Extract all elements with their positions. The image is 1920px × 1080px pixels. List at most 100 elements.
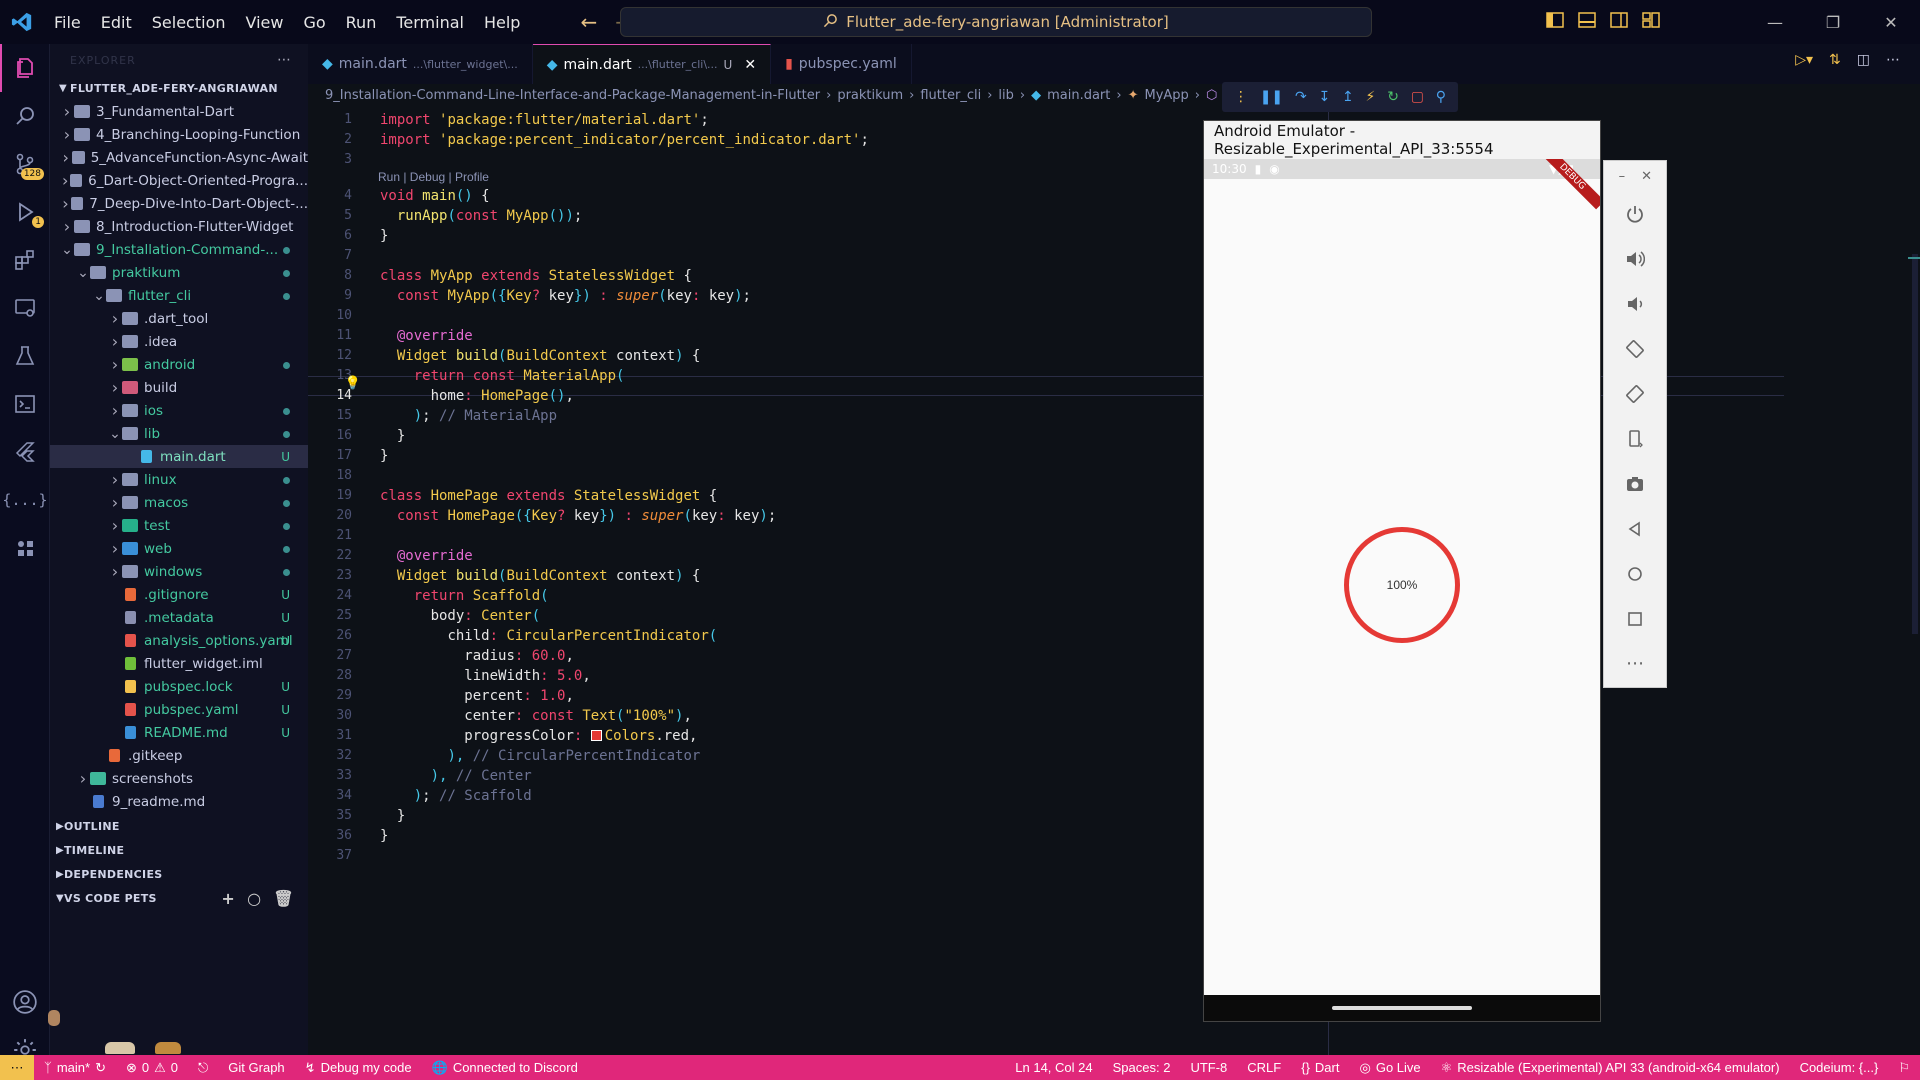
tree-folder[interactable]: › .idea bbox=[50, 330, 308, 353]
indentation-status[interactable]: Spaces: 2 bbox=[1103, 1060, 1181, 1075]
maximize-window-button[interactable]: ❐ bbox=[1804, 0, 1862, 44]
minimize-window-button[interactable]: — bbox=[1746, 0, 1804, 44]
tab-pubspec-yaml[interactable]: ▮ pubspec.yaml bbox=[771, 44, 912, 84]
step-over-icon[interactable]: ↷ bbox=[1295, 89, 1307, 105]
git-graph-status[interactable]: Git Graph bbox=[218, 1060, 294, 1075]
home-icon[interactable] bbox=[1604, 551, 1666, 596]
tree-folder[interactable]: › screenshots bbox=[50, 767, 308, 790]
close-tab-icon[interactable]: ✕ bbox=[744, 57, 756, 73]
outline-section[interactable]: ▶ OUTLINE bbox=[50, 814, 308, 838]
search-icon[interactable] bbox=[0, 92, 50, 140]
menu-terminal[interactable]: Terminal bbox=[386, 13, 474, 32]
code-editor[interactable]: 1 import 'package:flutter/material.dart';… bbox=[308, 104, 1920, 1055]
drag-handle-icon[interactable]: ⋮ bbox=[1234, 89, 1248, 105]
rotate-right-icon[interactable] bbox=[1604, 371, 1666, 416]
codelens-run-debug[interactable]: Run | Debug | Profile bbox=[378, 170, 489, 184]
tree-folder[interactable]: › web bbox=[50, 537, 308, 560]
minimize-emulator-icon[interactable]: – bbox=[1619, 169, 1626, 184]
tree-folder[interactable]: ⌄ lib bbox=[50, 422, 308, 445]
tree-folder[interactable]: › .dart_tool bbox=[50, 307, 308, 330]
tree-file[interactable]: analysis_options.yaml U bbox=[50, 629, 308, 652]
tree-file[interactable]: flutter_widget.iml bbox=[50, 652, 308, 675]
rotate-left-icon[interactable] bbox=[1604, 326, 1666, 371]
menu-go[interactable]: Go bbox=[293, 13, 335, 32]
menu-edit[interactable]: Edit bbox=[91, 13, 142, 32]
tree-folder[interactable]: › build bbox=[50, 376, 308, 399]
toggle-panel-icon[interactable] bbox=[1578, 12, 1596, 32]
tree-folder[interactable]: › windows bbox=[50, 560, 308, 583]
extension-manager-icon[interactable] bbox=[0, 524, 50, 572]
flutter-icon[interactable] bbox=[0, 428, 50, 476]
power-icon[interactable] bbox=[1604, 191, 1666, 236]
json-braces-icon[interactable]: {...} bbox=[0, 476, 50, 524]
hot-reload-icon[interactable]: ⚡ bbox=[1366, 89, 1376, 105]
open-changes-icon[interactable]: ⇅ bbox=[1829, 52, 1841, 68]
flutter-device-status[interactable]: ⚛ Resizable (Experimental) API 33 (androi… bbox=[1431, 1060, 1790, 1076]
add-pet-icon[interactable]: + bbox=[221, 889, 235, 908]
problems-status[interactable]: ⊗ 0 ⚠ 0 bbox=[116, 1060, 188, 1076]
breadcrumb-item[interactable]: 9_Installation-Command-Line-Interface-an… bbox=[325, 88, 820, 103]
step-out-icon[interactable]: ↥ bbox=[1342, 89, 1354, 105]
tree-file[interactable]: .gitignore U bbox=[50, 583, 308, 606]
tab-main-dart-cli[interactable]: ◆ main.dart ...\flutter_cli\... U ✕ bbox=[532, 44, 772, 84]
tree-file[interactable]: pubspec.lock U bbox=[50, 675, 308, 698]
tree-folder[interactable]: › test bbox=[50, 514, 308, 537]
more-actions-icon[interactable]: ⋯ bbox=[277, 52, 292, 68]
encoding-status[interactable]: UTF-8 bbox=[1180, 1060, 1237, 1075]
split-editor-icon[interactable]: ◫ bbox=[1857, 52, 1870, 68]
remote-indicator-icon[interactable]: ⋯ bbox=[0, 1055, 34, 1080]
toggle-secondary-sidebar-icon[interactable] bbox=[1610, 12, 1628, 32]
tree-folder[interactable]: › ios bbox=[50, 399, 308, 422]
overview-icon[interactable] bbox=[1604, 596, 1666, 641]
tree-file[interactable]: README.md U bbox=[50, 721, 308, 744]
ports-status[interactable]: ⎋ bbox=[188, 1060, 218, 1076]
camera-icon[interactable] bbox=[1604, 461, 1666, 506]
tree-file[interactable]: main.dart U bbox=[50, 445, 308, 468]
vscode-pets-section[interactable]: ▼ VS CODE PETS + ○ 🗑 bbox=[50, 886, 308, 910]
tree-folder[interactable]: › android bbox=[50, 353, 308, 376]
discord-status[interactable]: 🌐 Connected to Discord bbox=[422, 1060, 588, 1076]
breadcrumb-item[interactable]: flutter_cli bbox=[920, 88, 981, 103]
tree-folder[interactable]: › 7_Deep-Dive-Into-Dart-Object-... bbox=[50, 192, 308, 215]
more-actions-icon[interactable]: ⋯ bbox=[1886, 52, 1900, 68]
menu-selection[interactable]: Selection bbox=[142, 13, 236, 32]
source-control-icon[interactable]: 128 bbox=[0, 140, 50, 188]
more-options-icon[interactable]: ⋯ bbox=[1604, 641, 1666, 686]
breadcrumb-item[interactable]: main.dart bbox=[1047, 88, 1110, 103]
tree-folder[interactable]: › macos bbox=[50, 491, 308, 514]
customize-layout-icon[interactable] bbox=[1642, 12, 1660, 32]
run-debug-icon[interactable]: 1 bbox=[0, 188, 50, 236]
tree-file[interactable]: pubspec.yaml U bbox=[50, 698, 308, 721]
close-emulator-icon[interactable]: ✕ bbox=[1641, 169, 1652, 184]
tree-folder[interactable]: › linux bbox=[50, 468, 308, 491]
devtools-icon[interactable]: ⚲ bbox=[1436, 89, 1446, 105]
go-live-status[interactable]: ◎ Go Live bbox=[1349, 1060, 1430, 1076]
eol-status[interactable]: CRLF bbox=[1237, 1060, 1291, 1075]
menu-file[interactable]: File bbox=[44, 13, 91, 32]
tree-folder[interactable]: ⌄ flutter_cli bbox=[50, 284, 308, 307]
fold-device-icon[interactable] bbox=[1604, 416, 1666, 461]
timeline-section[interactable]: ▶ TIMELINE bbox=[50, 838, 308, 862]
ball-icon[interactable]: ○ bbox=[247, 889, 261, 908]
lightbulb-icon[interactable]: 💡 bbox=[309, 376, 361, 391]
breadcrumb-item[interactable]: MyApp bbox=[1144, 88, 1188, 103]
tab-main-dart-widget[interactable]: ◆ main.dart ...\flutter_widget\... bbox=[308, 44, 533, 84]
toggle-primary-sidebar-icon[interactable] bbox=[1546, 12, 1564, 32]
close-window-button[interactable]: ✕ bbox=[1862, 0, 1920, 44]
breadcrumb-item[interactable]: praktikum bbox=[837, 88, 903, 103]
remote-explorer-icon[interactable] bbox=[0, 284, 50, 332]
tree-folder[interactable]: ⌄ praktikum bbox=[50, 261, 308, 284]
language-status[interactable]: {} Dart bbox=[1291, 1060, 1349, 1075]
tree-folder[interactable]: ⌄ 9_Installation-Command-... bbox=[50, 238, 308, 261]
emulator-screen[interactable]: 100% bbox=[1204, 179, 1600, 995]
debug-status[interactable]: ↯ Debug my code bbox=[295, 1060, 422, 1076]
tree-file[interactable]: 9_readme.md bbox=[50, 790, 308, 813]
gesture-nav-bar[interactable] bbox=[1204, 995, 1600, 1021]
tree-folder[interactable]: › 8_Introduction-Flutter-Widget bbox=[50, 215, 308, 238]
run-debug-dropdown-icon[interactable]: ▷▾ bbox=[1795, 52, 1813, 68]
testing-icon[interactable] bbox=[0, 332, 50, 380]
tree-folder[interactable]: › 4_Branching-Looping-Function bbox=[50, 123, 308, 146]
tree-folder[interactable]: › 3_Fundamental-Dart bbox=[50, 100, 308, 123]
volume-up-icon[interactable] bbox=[1604, 236, 1666, 281]
account-icon[interactable] bbox=[0, 978, 50, 1026]
